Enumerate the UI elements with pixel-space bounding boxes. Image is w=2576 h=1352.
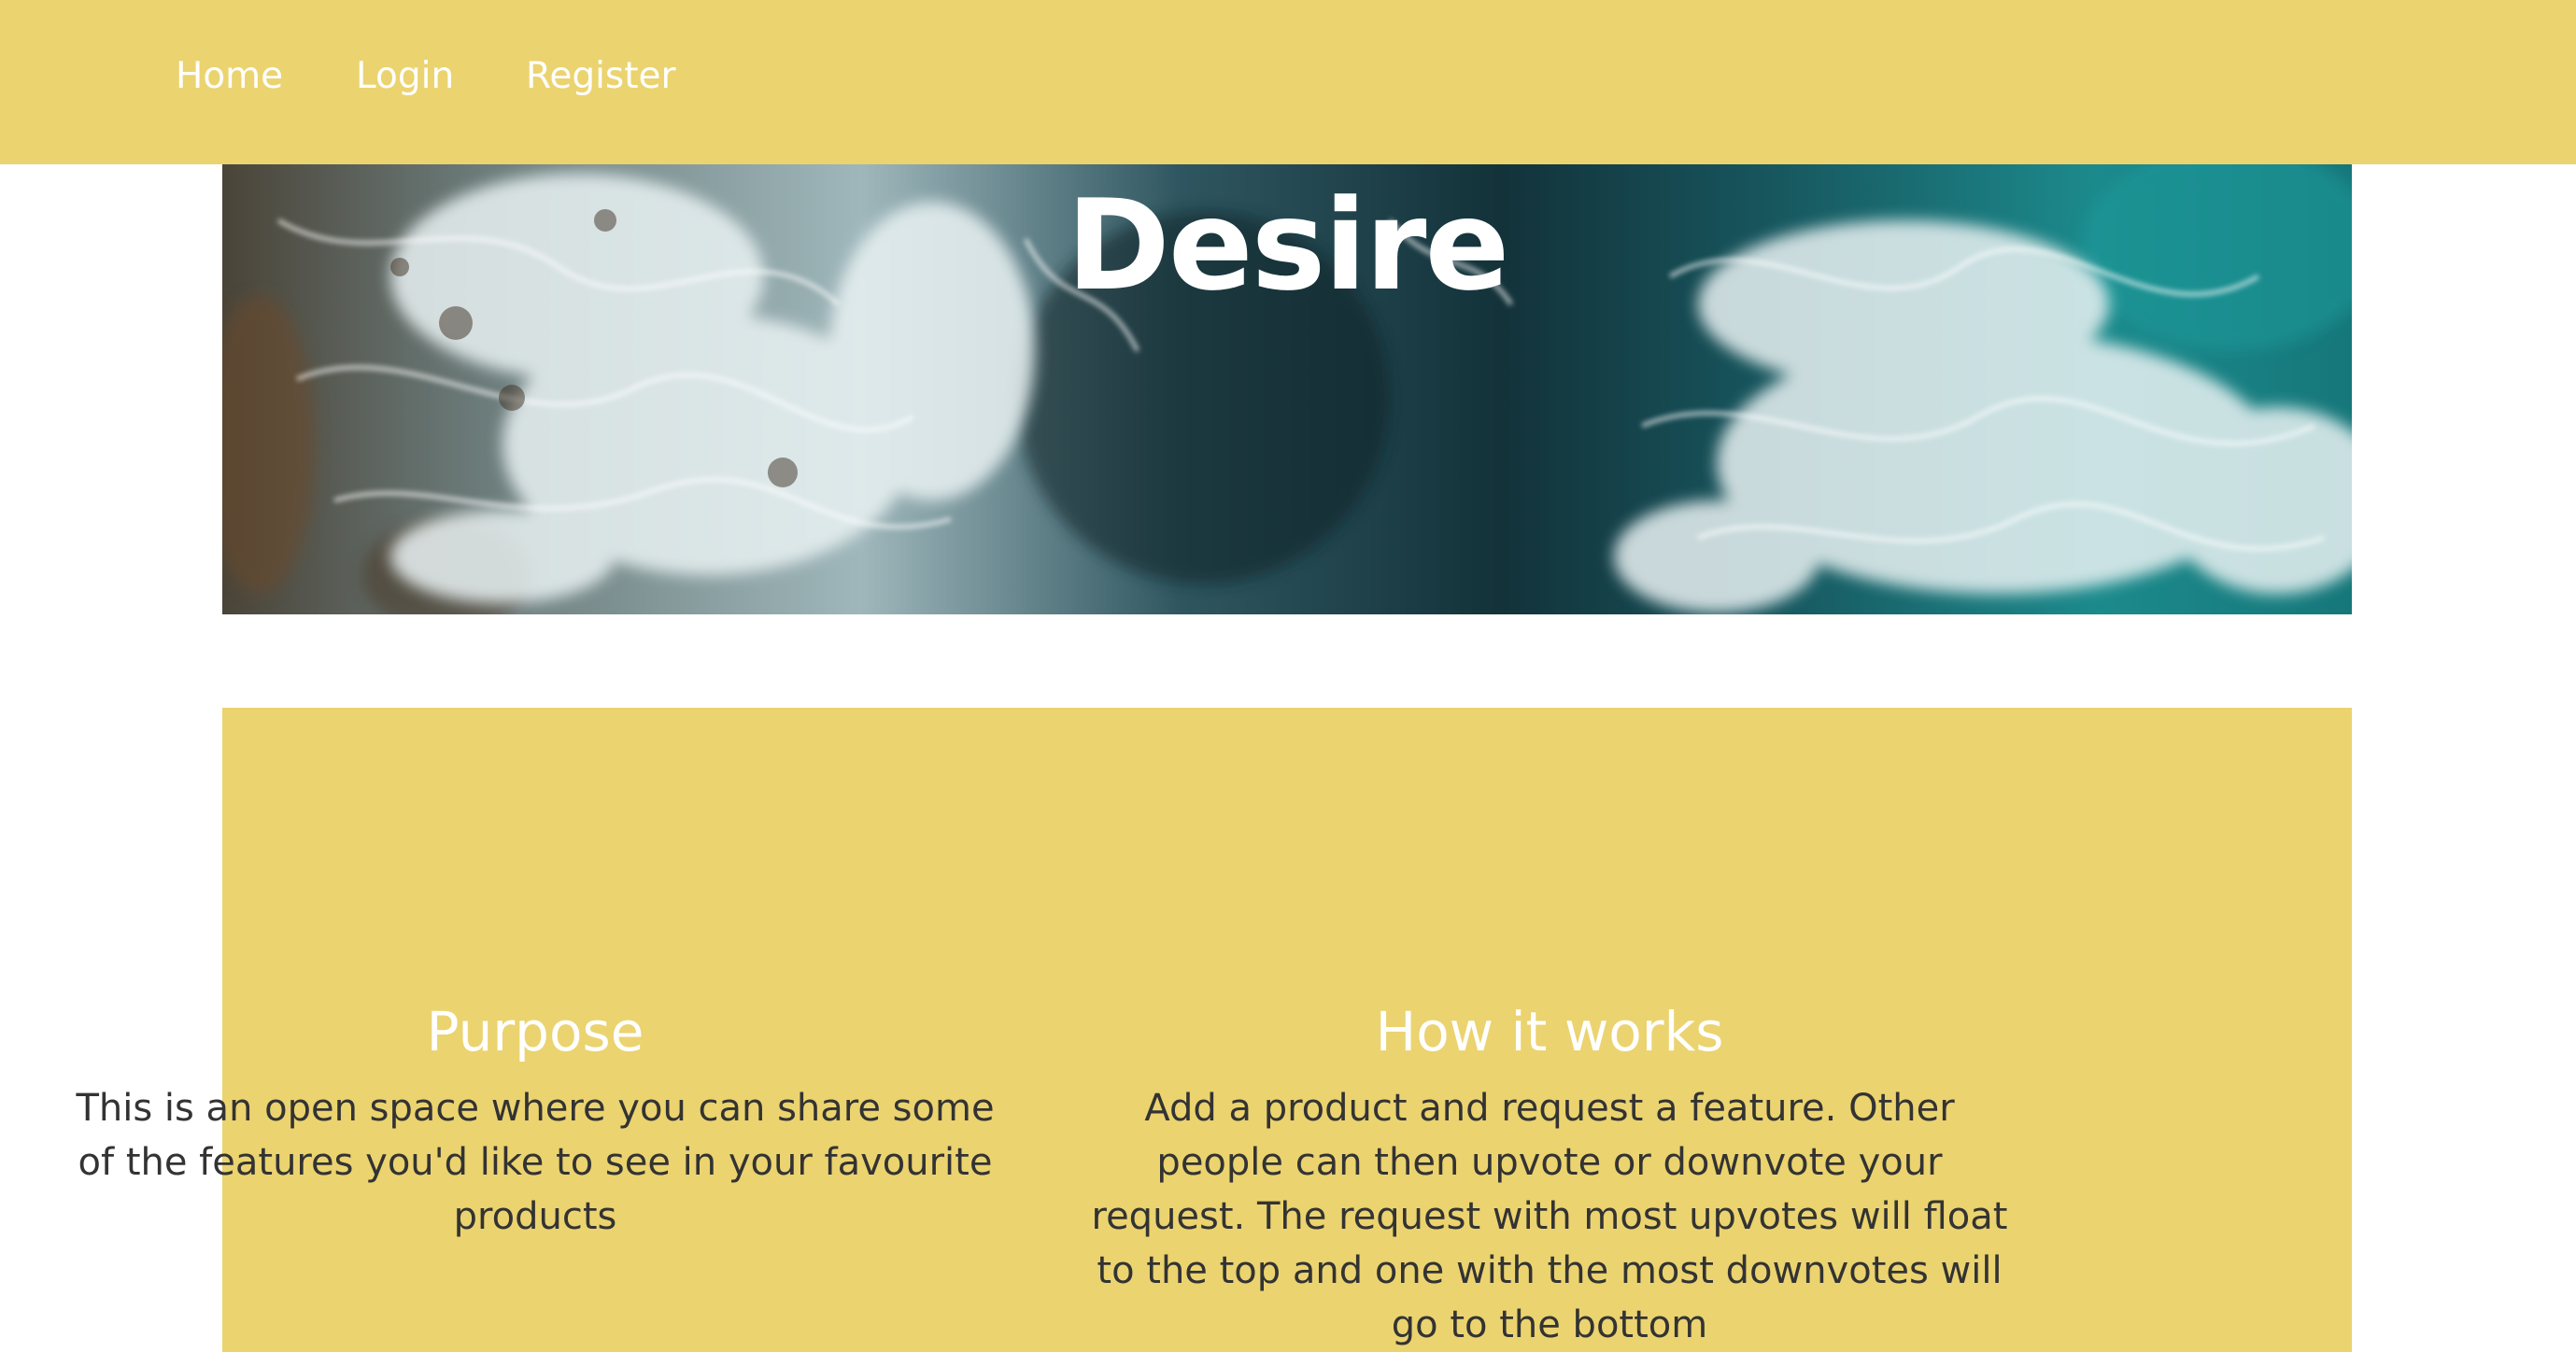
nav-home-link[interactable]: Home — [176, 58, 283, 94]
how-it-works-section: How it works Add a product and request a… — [1083, 1005, 2017, 1352]
nav-login-link[interactable]: Login — [356, 58, 454, 94]
how-it-works-title: How it works — [1375, 1000, 1724, 1063]
purpose-title: Purpose — [426, 1000, 644, 1063]
how-it-works-text: Add a product and request a feature. Oth… — [1091, 1087, 2008, 1346]
hero-banner: Desire — [222, 164, 2352, 614]
info-panel: Purpose This is an open space where you … — [76, 708, 2352, 1352]
nav-register-link[interactable]: Register — [526, 58, 676, 94]
hero-title: Desire — [1066, 173, 1510, 318]
top-navbar: Home Login Register — [0, 0, 2576, 164]
purpose-section: Purpose This is an open space where you … — [68, 1005, 1002, 1244]
purpose-text: This is an open space where you can shar… — [76, 1087, 995, 1238]
